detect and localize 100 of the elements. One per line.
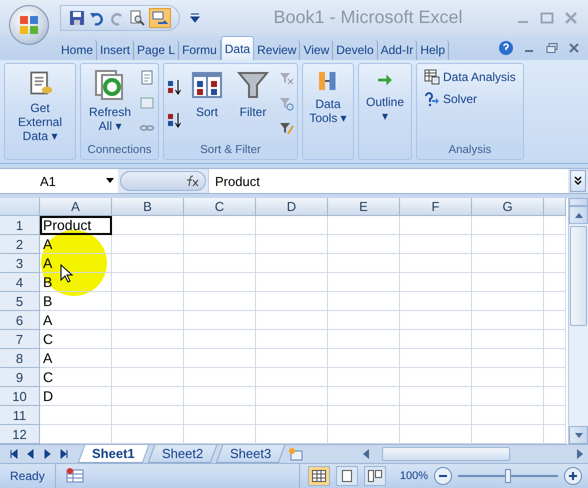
table-cell[interactable] <box>544 330 566 349</box>
row-header[interactable]: 6 <box>0 311 40 330</box>
ribbon-button[interactable]: Data Analysis <box>423 68 517 86</box>
table-cell[interactable]: D <box>40 387 112 406</box>
table-cell[interactable] <box>112 349 184 368</box>
table-cell[interactable] <box>328 216 400 235</box>
document-icon[interactable] <box>139 70 155 86</box>
row-header[interactable]: 5 <box>0 292 40 311</box>
sheet-tab[interactable]: Sheet1 <box>78 445 149 463</box>
table-cell[interactable] <box>328 349 400 368</box>
column-header[interactable]: G <box>472 198 544 216</box>
table-cell[interactable] <box>544 368 566 387</box>
column-header[interactable] <box>544 198 566 216</box>
table-cell[interactable]: C <box>40 330 112 349</box>
table-cell[interactable]: A <box>40 311 112 330</box>
table-cell[interactable] <box>400 349 472 368</box>
sheet-tab[interactable]: Sheet3 <box>216 445 286 463</box>
table-cell[interactable] <box>400 216 472 235</box>
table-cell[interactable] <box>328 406 400 425</box>
ribbon-button[interactable]: Data Tools ▾ <box>305 66 351 140</box>
table-cell[interactable] <box>112 330 184 349</box>
table-cell[interactable] <box>400 368 472 387</box>
advanced-filter-icon[interactable] <box>278 120 294 136</box>
table-cell[interactable] <box>184 273 256 292</box>
table-cell[interactable] <box>472 235 544 254</box>
table-cell[interactable] <box>544 406 566 425</box>
table-cell[interactable] <box>112 235 184 254</box>
table-cell[interactable] <box>544 254 566 273</box>
reapply-icon[interactable] <box>278 95 294 111</box>
close-icon[interactable] <box>568 42 580 54</box>
ribbon-button[interactable]: Solver <box>423 90 517 108</box>
row-header[interactable]: 12 <box>0 425 40 444</box>
restore-icon[interactable] <box>546 42 558 54</box>
row-header[interactable]: 2 <box>0 235 40 254</box>
table-cell[interactable] <box>544 349 566 368</box>
table-cell[interactable] <box>472 330 544 349</box>
zoom-out-button[interactable] <box>434 467 452 485</box>
name-box[interactable]: A1 <box>0 169 118 193</box>
select-all-corner[interactable] <box>0 198 40 216</box>
table-cell[interactable] <box>400 273 472 292</box>
table-cell[interactable] <box>400 406 472 425</box>
sort-descending-icon[interactable] <box>167 112 183 128</box>
column-header[interactable]: D <box>256 198 328 216</box>
table-cell[interactable] <box>472 273 544 292</box>
ribbon-button[interactable]: Sort <box>185 66 229 140</box>
table-cell[interactable] <box>184 406 256 425</box>
table-cell[interactable] <box>184 387 256 406</box>
scroll-right-icon[interactable] <box>576 449 584 459</box>
formula-field[interactable]: Product <box>208 169 568 193</box>
maximize-icon[interactable] <box>540 10 554 25</box>
sheet-tab[interactable]: Sheet2 <box>147 445 218 463</box>
table-cell[interactable] <box>184 216 256 235</box>
help-icon[interactable] <box>498 40 514 56</box>
table-cell[interactable]: A <box>40 349 112 368</box>
print-preview-icon[interactable] <box>129 10 145 26</box>
row-header[interactable]: 8 <box>0 349 40 368</box>
table-cell[interactable] <box>256 292 328 311</box>
sort-ascending-icon[interactable] <box>167 78 183 94</box>
table-cell[interactable] <box>112 311 184 330</box>
zoom-level[interactable]: 100% <box>400 470 428 482</box>
row-header[interactable]: 9 <box>0 368 40 387</box>
page-layout-button[interactable] <box>336 466 358 486</box>
insert-sheet-icon[interactable] <box>288 447 304 461</box>
table-cell[interactable] <box>256 273 328 292</box>
table-cell[interactable] <box>400 387 472 406</box>
row-header[interactable]: 1 <box>0 216 40 235</box>
ribbon-button[interactable]: Filter <box>230 66 276 140</box>
normal-view-button[interactable] <box>308 466 330 486</box>
macro-record-icon[interactable] <box>66 468 84 484</box>
table-cell[interactable] <box>400 330 472 349</box>
column-header[interactable]: E <box>328 198 400 216</box>
close-icon[interactable] <box>564 10 578 25</box>
ribbon-button[interactable]: Get External Data ▾ <box>7 66 73 146</box>
table-cell[interactable] <box>184 349 256 368</box>
table-cell[interactable] <box>400 292 472 311</box>
table-cell[interactable] <box>112 387 184 406</box>
table-cell[interactable] <box>40 406 112 425</box>
ribbon-tab[interactable]: Data <box>220 36 254 60</box>
table-cell[interactable]: C <box>40 368 112 387</box>
table-cell[interactable] <box>256 216 328 235</box>
table-cell[interactable] <box>328 311 400 330</box>
table-cell[interactable] <box>256 311 328 330</box>
table-cell[interactable] <box>112 273 184 292</box>
table-cell[interactable] <box>184 368 256 387</box>
table-cell[interactable] <box>544 235 566 254</box>
table-cell[interactable] <box>544 387 566 406</box>
table-cell[interactable] <box>328 235 400 254</box>
table-cell[interactable] <box>256 330 328 349</box>
sheet-nav-icon[interactable] <box>8 448 18 460</box>
table-cell[interactable] <box>472 368 544 387</box>
zoom-slider-thumb[interactable] <box>505 469 511 483</box>
table-cell[interactable] <box>112 292 184 311</box>
split-handle[interactable] <box>569 198 588 206</box>
scroll-down-button[interactable] <box>569 426 588 444</box>
table-cell[interactable] <box>328 368 400 387</box>
table-cell[interactable] <box>112 368 184 387</box>
table-cell[interactable] <box>544 216 566 235</box>
table-cell[interactable] <box>184 292 256 311</box>
table-cell[interactable] <box>184 311 256 330</box>
table-cell[interactable] <box>256 406 328 425</box>
